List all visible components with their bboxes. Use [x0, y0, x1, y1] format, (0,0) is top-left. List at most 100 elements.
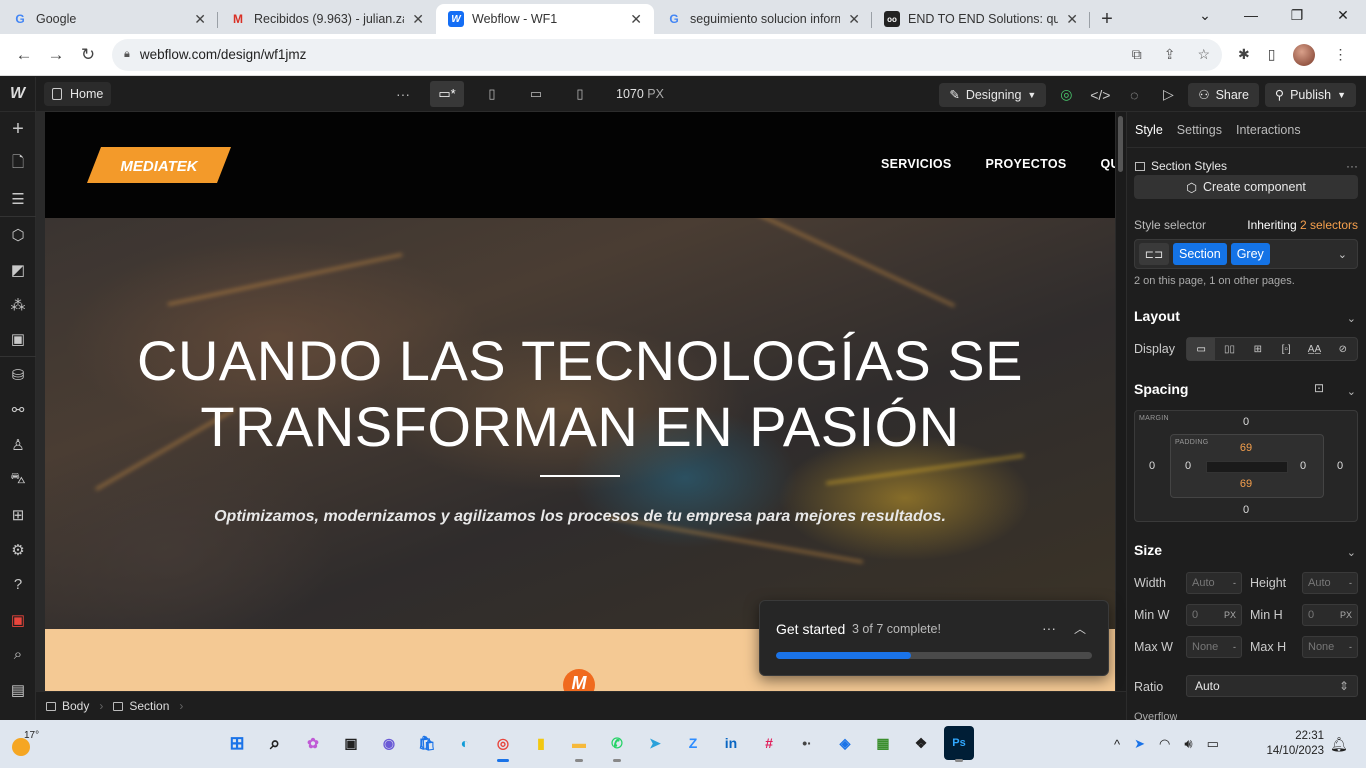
chrome-icon[interactable]: ◎ — [488, 726, 518, 762]
inheriting-count[interactable]: 2 selectors — [1300, 218, 1358, 232]
chevron-down-icon[interactable]: ⌄ — [1338, 248, 1353, 261]
location-icon[interactable]: ➤ — [1134, 736, 1145, 752]
preview-play-icon[interactable]: ▷ — [1154, 81, 1182, 109]
wifi-icon[interactable]: ◠ — [1159, 736, 1170, 752]
tab-settings[interactable]: Settings — [1177, 123, 1222, 137]
spacing-presets-icon[interactable]: ⊡ — [1314, 381, 1324, 395]
file-explorer-icon[interactable]: ▬ — [564, 726, 594, 762]
search-icon[interactable]: ⌕ — [260, 726, 290, 760]
chevron-down-icon[interactable]: ⌄ — [1347, 385, 1356, 398]
photoshop-icon[interactable]: Ps — [944, 726, 974, 762]
power-bi-icon[interactable]: ▮ — [526, 726, 556, 760]
nav-link[interactable]: SERVICIOS — [881, 157, 952, 171]
browser-tab[interactable]: M Recibidos (9.963) - julian.zap ✕ — [218, 4, 436, 34]
nav-link[interactable]: QUIEN — [1101, 157, 1115, 171]
add-elements-icon[interactable]: + — [0, 112, 36, 147]
components-icon[interactable]: ⬡ — [0, 217, 36, 252]
layout-heading[interactable]: Layout — [1134, 308, 1180, 324]
slack-icon[interactable]: # — [754, 726, 784, 760]
telegram-icon[interactable]: ➤ — [640, 726, 670, 760]
task-view-icon[interactable]: ▣ — [336, 726, 366, 760]
site-navbar[interactable]: MEDIATEK SERVICIOS PROYECTOS QUIEN — [45, 112, 1115, 218]
settings-icon[interactable]: ⚙ — [0, 532, 36, 567]
check-status-icon[interactable]: ◎ — [1052, 81, 1080, 109]
hero-heading[interactable]: CUANDO LAS TECNOLOGÍAS SE TRANSFORMAN EN… — [45, 328, 1115, 460]
connect-icon[interactable]: •· — [792, 726, 822, 760]
edge-icon[interactable]: ◐ — [450, 726, 480, 760]
tray-overflow-icon[interactable]: ^ — [1114, 737, 1120, 752]
whatsapp-icon[interactable]: ✆ — [602, 726, 632, 762]
hero-section[interactable]: CUANDO LAS TECNOLOGÍAS SE TRANSFORMAN EN… — [45, 218, 1115, 629]
calculator-icon[interactable]: ▦ — [868, 726, 898, 760]
open-in-app-icon[interactable]: ⧉ — [1132, 46, 1142, 63]
display-none-icon[interactable]: ⊘ — [1329, 338, 1357, 360]
close-tab-icon[interactable]: ✕ — [630, 11, 642, 28]
back-icon[interactable]: ← — [8, 39, 40, 71]
notifications-bell-icon[interactable]: 🔔︎ — [1330, 736, 1348, 753]
hero-subtitle[interactable]: Optimizamos, modernizamos y agilizamos l… — [45, 508, 1115, 526]
start-icon[interactable]: ⊞ — [222, 726, 252, 760]
min-width-input[interactable]: 0 PX — [1186, 604, 1242, 626]
help-icon[interactable]: ? — [0, 567, 36, 602]
chevron-down-icon[interactable]: ⌄ — [1347, 312, 1356, 325]
margin-top[interactable]: 0 — [1236, 416, 1256, 428]
volume-icon[interactable]: 🔊︎ — [1184, 736, 1192, 752]
close-tab-icon[interactable]: ✕ — [412, 11, 424, 28]
share-button[interactable]: ⚇ Share — [1188, 82, 1259, 107]
logic-icon[interactable]: ⚯ — [0, 392, 36, 427]
min-height-input[interactable]: 0 PX — [1302, 604, 1358, 626]
mobile-landscape-breakpoint-icon[interactable]: ▭ — [519, 81, 553, 107]
display-inline-icon[interactable]: A̲A̲ — [1300, 338, 1328, 360]
page-selector[interactable]: Home — [44, 82, 112, 106]
browser-tab[interactable]: G Google ✕ — [0, 4, 218, 34]
create-component-button[interactable]: ⬡ Create component — [1134, 175, 1358, 199]
apps-icon[interactable]: ⊞ — [0, 497, 36, 532]
chevron-up-icon[interactable]: ︿ — [1074, 620, 1086, 637]
copilot-icon[interactable]: ✿ — [298, 726, 328, 760]
max-height-input[interactable]: None - — [1302, 636, 1358, 658]
margin-left[interactable]: 0 — [1142, 460, 1162, 472]
side-panel-icon[interactable]: ▯ — [1268, 46, 1276, 63]
search-icon[interactable]: ⌕ — [0, 637, 36, 672]
more-breakpoints-icon[interactable]: ··· — [396, 86, 410, 102]
browser-tab-active[interactable]: W Webflow - WF1 ✕ — [436, 4, 654, 34]
padding-top[interactable]: 69 — [1236, 442, 1256, 454]
close-tab-icon[interactable]: ✕ — [194, 11, 206, 28]
comments-icon[interactable]: ◌ — [1120, 81, 1148, 109]
meet-icon[interactable]: ◉ — [374, 726, 404, 760]
margin-right[interactable]: 0 — [1330, 460, 1350, 472]
restore-icon[interactable]: ❐ — [1274, 0, 1320, 30]
browser-tab[interactable]: oo END TO END Solutions: qué ✕ — [872, 4, 1090, 34]
zoom-icon[interactable]: Z — [678, 726, 708, 760]
profile-avatar[interactable] — [1293, 43, 1316, 66]
chevron-down-icon[interactable]: ⌄ — [1347, 546, 1356, 559]
selector-chip[interactable]: Section — [1173, 243, 1227, 265]
max-width-input[interactable]: None - — [1186, 636, 1242, 658]
get-started-checklist[interactable]: Get started 3 of 7 complete! ··· ︿ — [759, 600, 1109, 676]
canvas-scrollbar[interactable] — [1116, 112, 1126, 691]
padding-left[interactable]: 0 — [1178, 460, 1198, 472]
system-clock[interactable]: 22:31 14/10/2023 — [1260, 729, 1324, 759]
selector-chip[interactable]: Grey — [1230, 243, 1270, 265]
close-window-icon[interactable]: ✕ — [1320, 0, 1366, 30]
display-block-icon[interactable]: ▭ — [1187, 338, 1216, 360]
display-inline-block-icon[interactable]: [▫] — [1272, 338, 1300, 360]
unit-label[interactable]: PX — [1224, 610, 1241, 620]
tab-interactions[interactable]: Interactions — [1236, 123, 1301, 137]
spacing-heading[interactable]: Spacing — [1134, 381, 1188, 397]
display-flex-icon[interactable]: ▯▯ — [1215, 338, 1243, 360]
variables-icon[interactable]: ⁂ — [0, 287, 36, 322]
assets-icon[interactable]: ▣ — [0, 322, 36, 357]
width-input[interactable]: Auto - — [1186, 572, 1242, 594]
breadcrumb-body[interactable]: Body — [46, 699, 89, 713]
pages-icon[interactable]: 🗋︎ — [0, 147, 36, 182]
size-heading[interactable]: Size — [1134, 542, 1162, 558]
battery-icon[interactable]: ▭ — [1207, 736, 1219, 752]
display-grid-icon[interactable]: ⊞ — [1244, 338, 1272, 360]
desktop-breakpoint-icon[interactable]: ▭* — [430, 81, 464, 107]
tab-search-icon[interactable]: ⌄ — [1182, 0, 1228, 30]
padding-right[interactable]: 0 — [1293, 460, 1313, 472]
breadcrumb-section[interactable]: Section — [113, 699, 169, 713]
new-tab-button[interactable]: + — [1090, 4, 1124, 34]
height-input[interactable]: Auto - — [1302, 572, 1358, 594]
